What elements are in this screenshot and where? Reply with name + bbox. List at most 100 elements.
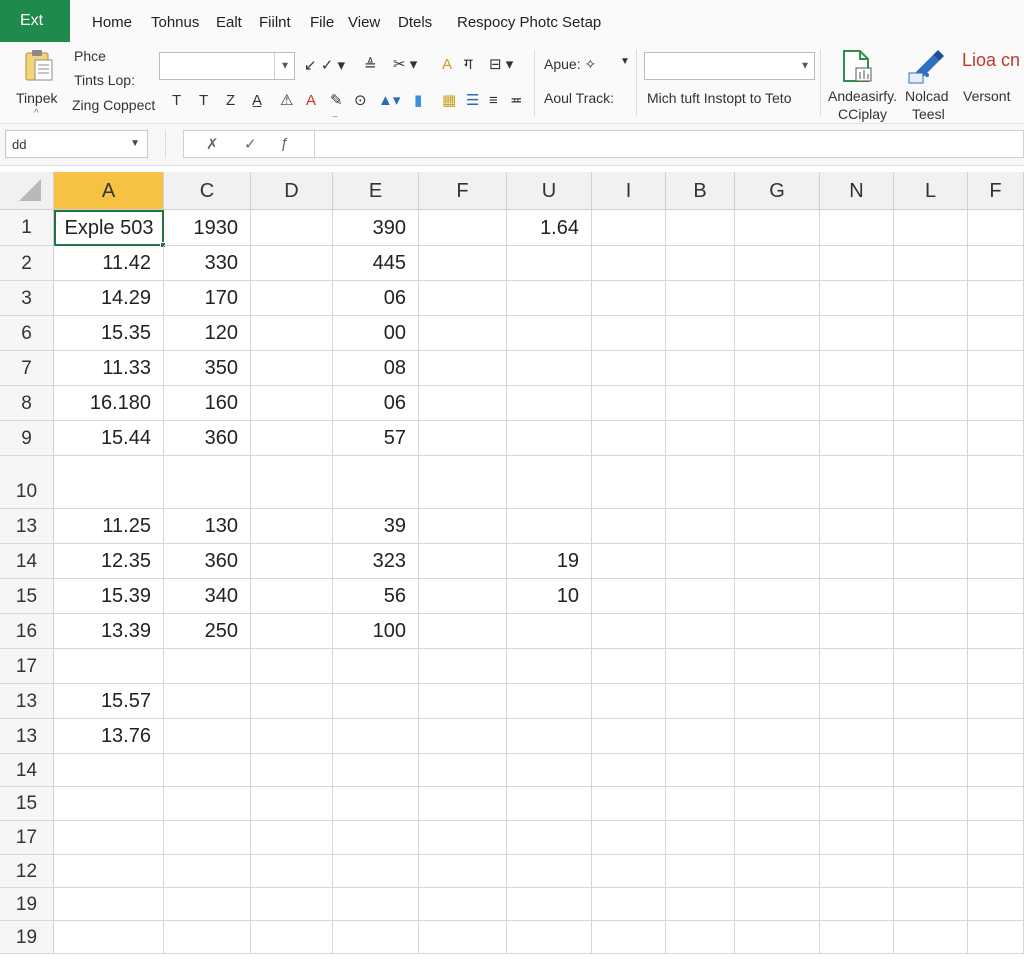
- table-cell[interactable]: [419, 246, 507, 281]
- table-cell[interactable]: 160: [164, 386, 251, 421]
- table-cell[interactable]: [894, 719, 968, 754]
- table-cell[interactable]: 12.35: [54, 544, 164, 579]
- table-cell[interactable]: [894, 649, 968, 684]
- table-cell[interactable]: [820, 684, 894, 719]
- table-cell[interactable]: [419, 787, 507, 821]
- table-cell[interactable]: [333, 684, 419, 719]
- table-cell[interactable]: [333, 855, 419, 888]
- table-cell[interactable]: [507, 246, 592, 281]
- table-cell[interactable]: [666, 888, 735, 921]
- table-cell[interactable]: [666, 649, 735, 684]
- table-cell[interactable]: [968, 316, 1024, 351]
- table-cell[interactable]: [419, 821, 507, 855]
- table-cell[interactable]: [820, 386, 894, 421]
- table-cell[interactable]: 120: [164, 316, 251, 351]
- table-cell[interactable]: [666, 544, 735, 579]
- table-cell[interactable]: [592, 614, 666, 649]
- table-cell[interactable]: [419, 544, 507, 579]
- track-label[interactable]: Aoul Track:: [544, 90, 614, 106]
- table-cell[interactable]: [968, 210, 1024, 246]
- table-cell[interactable]: [507, 787, 592, 821]
- table-cell[interactable]: 350: [164, 351, 251, 386]
- table-cell[interactable]: [968, 614, 1024, 649]
- table-cell[interactable]: [164, 888, 251, 921]
- table-cell[interactable]: [968, 544, 1024, 579]
- table-cell[interactable]: [666, 921, 735, 954]
- table-cell[interactable]: 360: [164, 421, 251, 456]
- table-cell[interactable]: [820, 246, 894, 281]
- confirm-icon[interactable]: ✓: [244, 135, 257, 153]
- corner-label[interactable]: Lioa cn: [962, 50, 1020, 71]
- underline-icon[interactable]: Z: [226, 93, 235, 109]
- table-cell[interactable]: 14.29: [54, 281, 164, 316]
- table-cell[interactable]: [251, 787, 333, 821]
- column-header[interactable]: F: [419, 172, 507, 210]
- table-cell[interactable]: 13.39: [54, 614, 164, 649]
- table-cell[interactable]: [894, 754, 968, 787]
- table-cell[interactable]: [251, 579, 333, 614]
- group1-line1[interactable]: Andeasirfy.: [828, 88, 897, 104]
- table-cell[interactable]: [333, 649, 419, 684]
- table-cell[interactable]: [164, 684, 251, 719]
- selected-cell[interactable]: Exple 503: [54, 210, 164, 246]
- table-cell[interactable]: [666, 421, 735, 456]
- select-all-corner[interactable]: [0, 172, 54, 210]
- table-cell[interactable]: [735, 316, 820, 351]
- table-cell[interactable]: [54, 754, 164, 787]
- clipboard-line-3[interactable]: Zing Coppect: [72, 97, 155, 113]
- table-cell[interactable]: [251, 386, 333, 421]
- table-cell[interactable]: [894, 579, 968, 614]
- menu-fiilnt[interactable]: Fiilnt: [259, 14, 291, 31]
- column-header[interactable]: L: [894, 172, 968, 210]
- table-cell[interactable]: [333, 787, 419, 821]
- column-header[interactable]: A: [54, 172, 164, 210]
- table-cell[interactable]: [419, 421, 507, 456]
- table-cell[interactable]: [666, 386, 735, 421]
- table-cell[interactable]: 15.35: [54, 316, 164, 351]
- table-cell[interactable]: [666, 281, 735, 316]
- table-cell[interactable]: [419, 719, 507, 754]
- table-cell[interactable]: [666, 509, 735, 544]
- column-header[interactable]: I: [592, 172, 666, 210]
- table-cell[interactable]: [54, 855, 164, 888]
- table-cell[interactable]: [666, 754, 735, 787]
- menu-view[interactable]: View: [348, 14, 380, 31]
- table-cell[interactable]: [164, 754, 251, 787]
- row-header[interactable]: 8: [0, 386, 54, 421]
- table-cell[interactable]: [54, 456, 164, 509]
- table-cell[interactable]: [735, 509, 820, 544]
- table-cell[interactable]: [251, 855, 333, 888]
- table-cell[interactable]: 130: [164, 509, 251, 544]
- table-cell[interactable]: [820, 281, 894, 316]
- table-cell[interactable]: [592, 579, 666, 614]
- table-cell[interactable]: [419, 921, 507, 954]
- table-cell[interactable]: [968, 719, 1024, 754]
- table-cell[interactable]: [666, 210, 735, 246]
- row-header[interactable]: 15: [0, 579, 54, 614]
- list-icon[interactable]: ☰: [466, 93, 479, 109]
- border-icon[interactable]: ⚠: [280, 93, 293, 109]
- table-cell[interactable]: [820, 855, 894, 888]
- paste-label[interactable]: Tinpek: [16, 90, 58, 106]
- table-cell[interactable]: [54, 821, 164, 855]
- align-center-icon[interactable]: ≡: [489, 93, 498, 109]
- table-cell[interactable]: [735, 649, 820, 684]
- table-cell[interactable]: 39: [333, 509, 419, 544]
- table-cell[interactable]: [666, 351, 735, 386]
- table-cell[interactable]: [968, 456, 1024, 509]
- table-cell[interactable]: [666, 579, 735, 614]
- table-cell[interactable]: [968, 386, 1024, 421]
- table-cell[interactable]: [333, 888, 419, 921]
- table-cell[interactable]: [592, 719, 666, 754]
- bold-icon[interactable]: T: [172, 93, 181, 109]
- table-cell[interactable]: [164, 456, 251, 509]
- table-cell[interactable]: [592, 281, 666, 316]
- table-cell[interactable]: [592, 421, 666, 456]
- table-cell[interactable]: 13.76: [54, 719, 164, 754]
- table-cell[interactable]: [333, 754, 419, 787]
- table-cell[interactable]: [592, 316, 666, 351]
- column-header[interactable]: C: [164, 172, 251, 210]
- table-cell[interactable]: [419, 316, 507, 351]
- table-cell[interactable]: [251, 821, 333, 855]
- row-header[interactable]: 9: [0, 421, 54, 456]
